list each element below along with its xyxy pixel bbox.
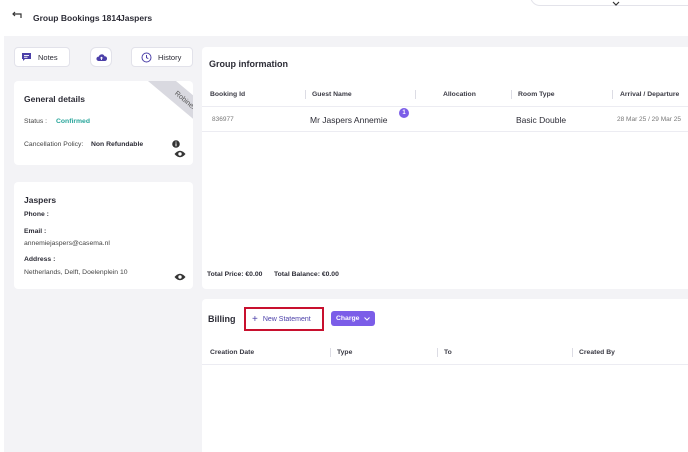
group-information-card: [202, 47, 688, 289]
page-title: Group Bookings 1814: [33, 13, 121, 23]
clock-icon: [141, 52, 152, 62]
contact-name: Jaspers: [24, 195, 57, 205]
email-value: annemiejaspers@casema.nl: [24, 240, 110, 247]
column-divider: [305, 90, 306, 99]
cancellation-policy-value: Non Refundable: [91, 141, 144, 148]
column-divider: [330, 348, 331, 357]
general-details-title: General details: [24, 94, 85, 104]
guest-count-badge: 1: [399, 108, 409, 118]
group-name: Jaspers: [120, 13, 153, 23]
column-header-booking-id[interactable]: Booking Id: [210, 91, 245, 98]
column-header-creation-date[interactable]: Creation Date: [210, 349, 254, 356]
column-header-guest-name[interactable]: Guest Name: [312, 91, 352, 98]
column-divider: [437, 348, 438, 357]
upload-button[interactable]: [90, 47, 112, 67]
top-dropdown[interactable]: [530, 0, 688, 6]
chevron-down-icon[interactable]: [612, 1, 620, 7]
divider: [202, 364, 688, 365]
column-divider: [612, 90, 613, 99]
owner-ribbon: Robinexp: [139, 81, 193, 145]
chevron-down-icon: [364, 316, 371, 321]
info-icon[interactable]: [172, 140, 180, 148]
column-header-to[interactable]: To: [444, 349, 452, 356]
group-information-title: Group information: [209, 59, 288, 69]
total-balance: Total Balance: €0.00: [274, 271, 339, 278]
phone-label: Phone :: [24, 211, 49, 218]
column-divider: [511, 90, 512, 99]
chat-icon: [22, 53, 31, 61]
email-label: Email :: [24, 228, 47, 235]
plus-icon: +: [252, 313, 258, 325]
address-label: Address :: [24, 256, 56, 263]
charge-label: Charge: [336, 315, 360, 322]
history-label: History: [158, 52, 182, 62]
status-badge: Confirmed: [56, 118, 90, 125]
cancellation-policy-label: Cancellation Policy:: [24, 141, 84, 148]
column-header-room-type[interactable]: Room Type: [518, 91, 555, 98]
booking-id-cell[interactable]: 836977: [212, 116, 234, 123]
new-statement-label: New Statement: [262, 315, 311, 323]
divider: [202, 106, 688, 107]
history-button[interactable]: History: [131, 47, 193, 67]
address-value: Netherlands, Delft, Doelenplein 10: [24, 269, 128, 276]
top-bar: Group Bookings 1814 Jaspers: [0, 0, 688, 36]
charge-dropdown-button[interactable]: Charge: [331, 311, 375, 326]
column-header-created-by[interactable]: Created By: [579, 349, 615, 356]
column-divider: [572, 348, 573, 357]
billing-title: Billing: [208, 314, 236, 324]
arrival-departure-cell: 28 Mar 25 / 29 Mar 25: [617, 116, 681, 123]
back-arrow-icon[interactable]: [10, 9, 24, 23]
column-header-type[interactable]: Type: [337, 349, 352, 356]
status-label: Status :: [24, 118, 48, 125]
new-statement-button[interactable]: + New Statement: [244, 307, 324, 331]
notes-label: Notes: [38, 52, 58, 62]
cloud-upload-icon: [95, 53, 107, 61]
room-type-cell: Basic Double: [516, 115, 567, 125]
guest-name-cell[interactable]: Mr Jaspers Annemie: [310, 115, 387, 125]
column-header-arrival-departure[interactable]: Arrival / Departure: [620, 91, 679, 98]
total-price: Total Price: €0.00: [207, 271, 263, 278]
divider: [202, 131, 688, 132]
notes-button[interactable]: Notes: [14, 47, 70, 67]
column-header-allocation[interactable]: Allocation: [443, 91, 476, 98]
eye-icon[interactable]: [174, 273, 186, 281]
column-divider: [415, 90, 416, 99]
eye-icon[interactable]: [174, 150, 186, 158]
